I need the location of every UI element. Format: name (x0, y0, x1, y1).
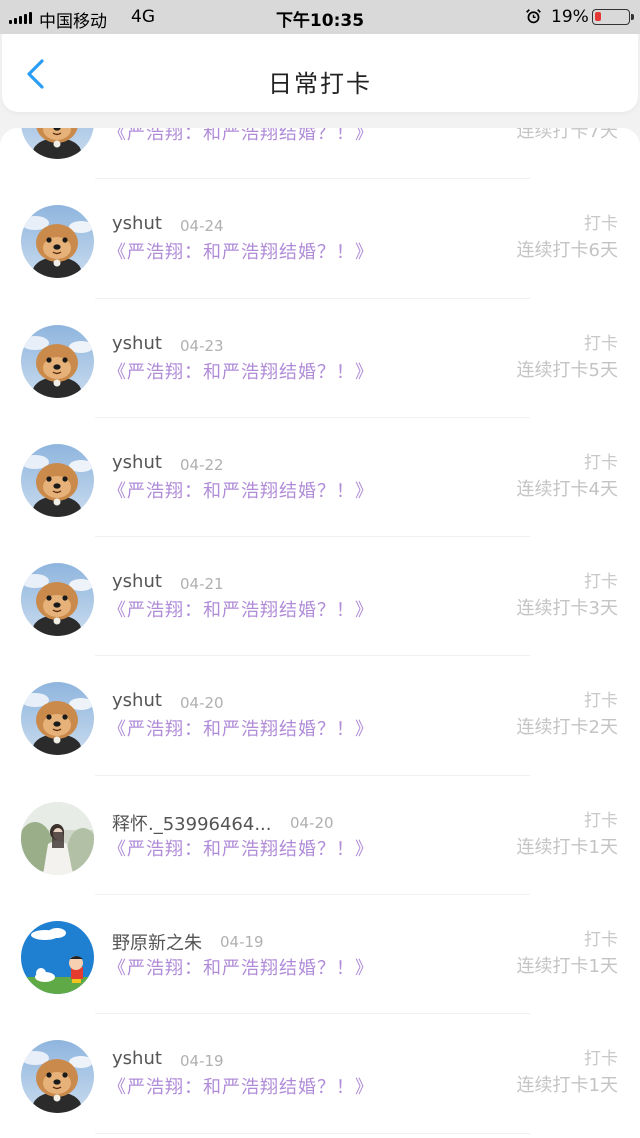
checkin-list[interactable]: yshut04-25《严浩翔：和严浩翔结婚？！》打卡连续打卡7天 yshut 04… (0, 128, 640, 1138)
user-avatar[interactable] (21, 563, 94, 637)
checkin-row[interactable]: yshut04-25《严浩翔：和严浩翔结婚？！》打卡连续打卡7天 (0, 128, 640, 180)
dog-avatar-image (21, 682, 94, 756)
checkin-row[interactable]: 释怀._53996464... 04-20 《严浩翔：和严浩翔结婚？！》 打卡连续打卡… (0, 776, 640, 896)
checkin-type-label: 打卡 (584, 214, 618, 235)
user-avatar[interactable] (21, 921, 94, 995)
user-avatar[interactable] (21, 324, 94, 398)
streak-label: 连续打卡1天 (516, 1075, 618, 1097)
cartoon-avatar-image (21, 921, 94, 995)
user-avatar[interactable] (21, 801, 94, 875)
book-title-link[interactable]: 《严浩翔：和严浩翔结婚？！》 (108, 954, 374, 980)
checkin-type-label: 打卡 (584, 452, 618, 473)
checkin-date: 04-20 (290, 813, 334, 832)
checkin-row[interactable]: yshut 04-24 《严浩翔：和严浩翔结婚？！》 打卡连续打卡6天 (0, 179, 640, 299)
checkin-type-label: 打卡 (584, 333, 618, 354)
checkin-type-label: 打卡 (584, 691, 618, 712)
user-avatar[interactable] (21, 443, 94, 517)
streak-label: 连续打卡1天 (516, 836, 618, 858)
book-title-link[interactable]: 《严浩翔：和严浩翔结婚？！》 (108, 1073, 374, 1099)
user-avatar[interactable] (21, 205, 94, 279)
status-time: 下午10:35 (275, 11, 365, 31)
checkin-row[interactable]: yshut 04-20 《严浩翔：和严浩翔结婚？！》 打卡连续打卡2天 (0, 656, 640, 776)
checkin-date: 04-19 (220, 933, 264, 952)
user-avatar[interactable] (21, 682, 94, 756)
username[interactable]: yshut (112, 1048, 162, 1069)
username[interactable]: yshut (112, 571, 162, 592)
row-divider (95, 1132, 530, 1134)
status-bar: 中国移动 4G 下午10:35 19% (0, 0, 640, 34)
checkin-row[interactable]: yshut 04-21 《严浩翔：和严浩翔结婚？！》 打卡连续打卡3天 (0, 537, 640, 657)
checkin-type-label: 打卡 (584, 572, 618, 593)
book-title-link[interactable]: 《严浩翔：和严浩翔结婚？！》 (108, 358, 374, 384)
streak-label: 连续打卡3天 (516, 598, 618, 620)
checkin-row[interactable]: yshut 04-19 《严浩翔：和严浩翔结婚？！》 打卡连续打卡1天 (0, 1014, 640, 1134)
checkin-type-label: 打卡 (584, 1049, 618, 1070)
book-title-link[interactable]: 《严浩翔：和严浩翔结婚？！》 (108, 477, 374, 503)
checkin-type-label: 打卡 (584, 810, 618, 831)
streak-label: 连续打卡1天 (516, 956, 618, 978)
username[interactable]: 释怀._53996464... (112, 810, 272, 836)
streak-label: 连续打卡5天 (516, 359, 618, 381)
navigation-header: 日常打卡 (2, 34, 638, 112)
dog-avatar-image (21, 563, 94, 637)
checkin-date: 04-23 (180, 336, 224, 355)
username[interactable]: 野原新之朱 (112, 929, 202, 955)
checkin-type-label: 打卡 (584, 930, 618, 951)
username[interactable]: yshut (112, 213, 162, 234)
checkin-rows: yshut04-25《严浩翔：和严浩翔结婚？！》打卡连续打卡7天 yshut 04… (0, 128, 640, 1134)
dog-avatar-image (21, 1040, 94, 1114)
battery-percent: 19% (551, 7, 589, 27)
checkin-row[interactable]: yshut 04-23 《严浩翔：和严浩翔结婚？！》 打卡连续打卡5天 (0, 299, 640, 418)
username[interactable]: yshut (112, 452, 162, 473)
streak-label: 连续打卡7天 (516, 128, 618, 142)
checkin-date: 04-22 (180, 455, 224, 474)
checkin-row[interactable]: 野原新之朱 04-19 《严浩翔：和严浩翔结婚？！》 打卡连续打卡1天 (0, 895, 640, 1015)
dog-avatar-image (21, 205, 94, 279)
book-title-link[interactable]: 《严浩翔：和严浩翔结婚？！》 (108, 715, 374, 741)
alarm-clock-icon (526, 9, 541, 24)
page-title: 日常打卡 (268, 70, 372, 98)
streak-label: 连续打卡2天 (516, 717, 618, 739)
user-avatar[interactable] (21, 1040, 94, 1114)
checkin-date: 04-24 (180, 217, 224, 236)
username[interactable]: yshut (112, 333, 162, 354)
battery-level-fill (595, 12, 601, 21)
streak-label: 连续打卡4天 (516, 478, 618, 500)
girl-avatar-image (21, 801, 94, 875)
battery-icon (592, 9, 634, 25)
user-avatar[interactable] (21, 128, 94, 159)
checkin-date: 04-19 (180, 1052, 224, 1071)
dog-avatar-image (21, 324, 94, 398)
dog-avatar-image (21, 128, 94, 159)
book-title-link[interactable]: 《严浩翔：和严浩翔结婚？！》 (108, 128, 374, 145)
checkin-date: 04-20 (180, 694, 224, 713)
book-title-link[interactable]: 《严浩翔：和严浩翔结婚？！》 (108, 835, 374, 861)
username[interactable]: yshut (112, 690, 162, 711)
book-title-link[interactable]: 《严浩翔：和严浩翔结婚？！》 (108, 238, 374, 264)
dog-avatar-image (21, 443, 94, 517)
checkin-row[interactable]: yshut 04-22 《严浩翔：和严浩翔结婚？！》 打卡连续打卡4天 (0, 418, 640, 538)
checkin-date: 04-21 (180, 575, 224, 594)
streak-label: 连续打卡6天 (516, 240, 618, 262)
book-title-link[interactable]: 《严浩翔：和严浩翔结婚？！》 (108, 596, 374, 622)
